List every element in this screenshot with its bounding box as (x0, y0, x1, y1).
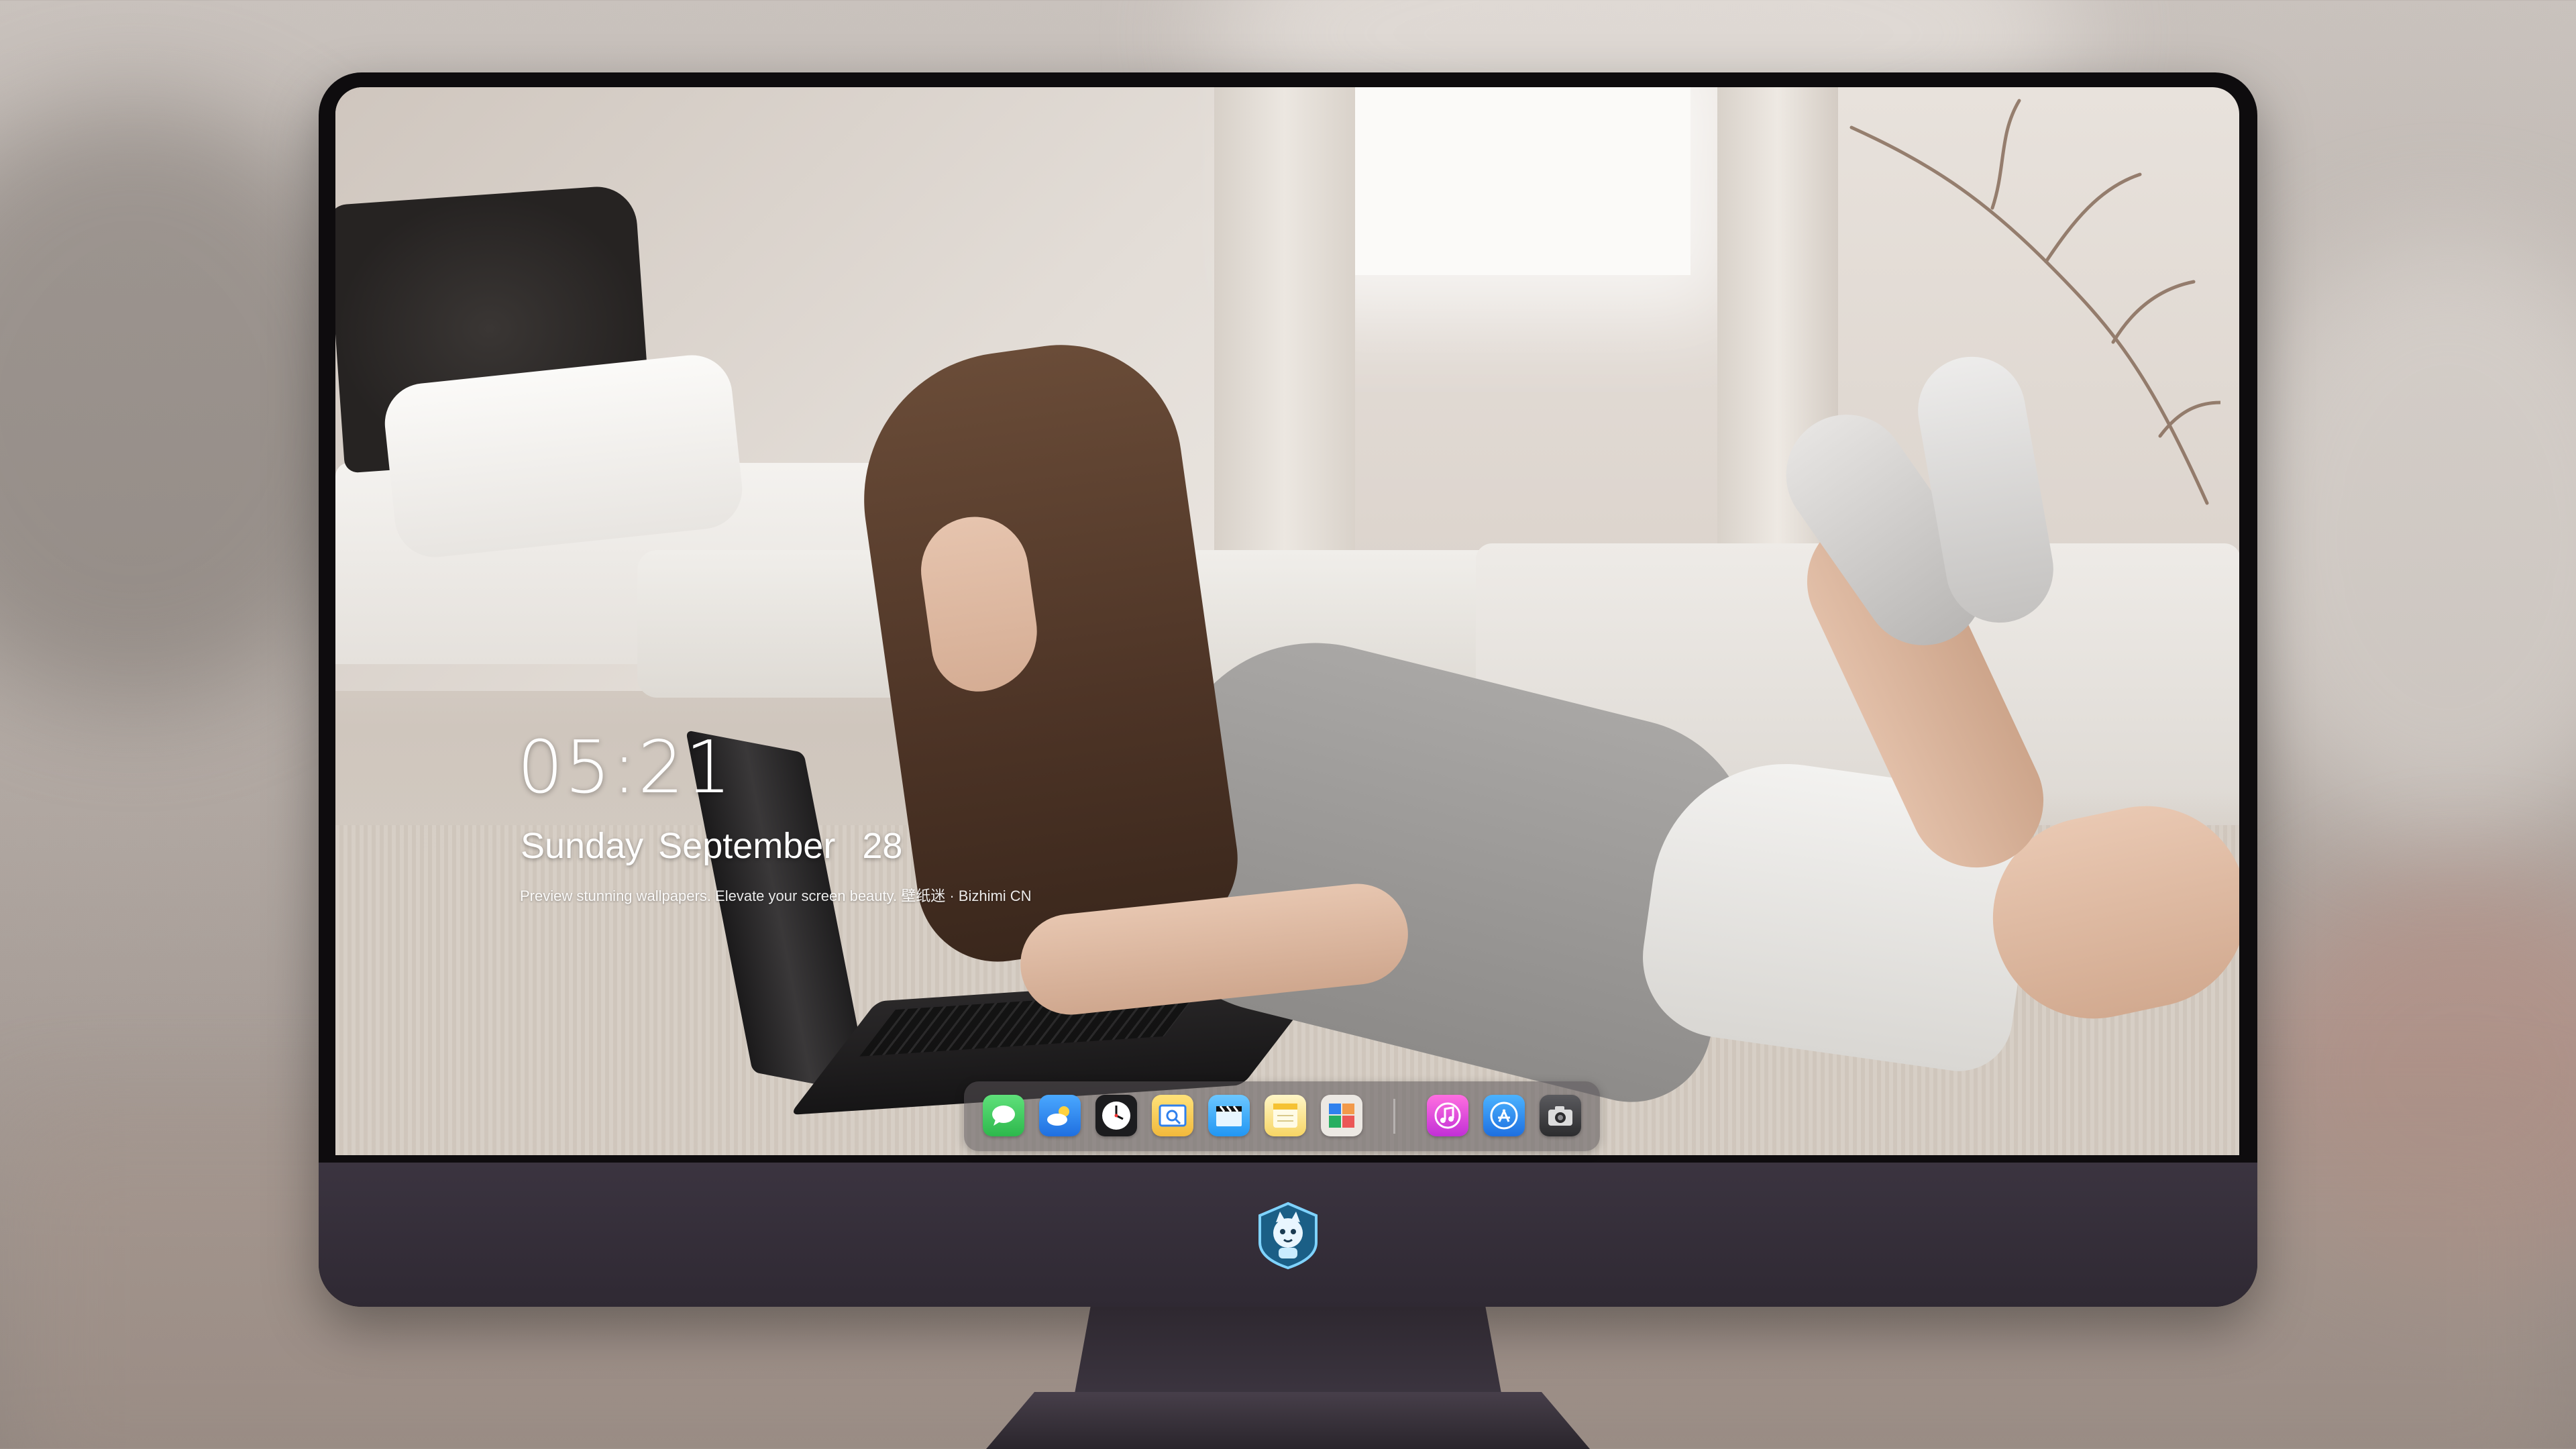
desktop-screen (335, 87, 2239, 1155)
music-note-icon (1434, 1102, 1461, 1129)
weather-dock-icon[interactable] (1039, 1095, 1081, 1136)
speech-bubble-icon (992, 1106, 1015, 1126)
lock-clock-time: 05:21 (517, 726, 733, 810)
clips-dock-icon[interactable] (1208, 1095, 1250, 1136)
clapperboard-icon (1216, 1106, 1242, 1126)
backdrop-blur-right (2214, 235, 2576, 839)
date-weekday: Sunday (521, 826, 644, 866)
dock-separator (1393, 1099, 1395, 1134)
messages-dock-icon[interactable] (983, 1095, 1024, 1136)
photos-dock-icon[interactable] (1321, 1095, 1362, 1136)
photos-grid-icon (1329, 1104, 1354, 1128)
clock-dock-icon[interactable] (1095, 1095, 1137, 1136)
date-month: September (658, 826, 836, 866)
monitor-stand-base (986, 1392, 1590, 1449)
lock-clock-date: Sunday September 28 (521, 825, 917, 867)
date-day: 28 (862, 826, 903, 866)
app-dock (964, 1081, 1600, 1151)
app-store-icon (1490, 1102, 1518, 1130)
photo-viewer-icon (1159, 1104, 1187, 1127)
preview-dock-icon[interactable] (1152, 1095, 1193, 1136)
app-store-dock-icon[interactable] (1483, 1095, 1525, 1136)
camera-dock-icon[interactable] (1540, 1095, 1581, 1136)
monitor-stand-neck (1073, 1307, 1503, 1401)
wallpaper-tagline: Preview stunning wallpapers. Elevate you… (520, 888, 1032, 904)
camera-icon (1548, 1106, 1572, 1126)
music-dock-icon[interactable] (1427, 1095, 1468, 1136)
clock-icon (1102, 1102, 1130, 1130)
cloud-sun-icon (1047, 1106, 1069, 1126)
mascot-logo-icon (1258, 1201, 1318, 1270)
notes-icon (1273, 1104, 1297, 1128)
notes-dock-icon[interactable] (1265, 1095, 1306, 1136)
